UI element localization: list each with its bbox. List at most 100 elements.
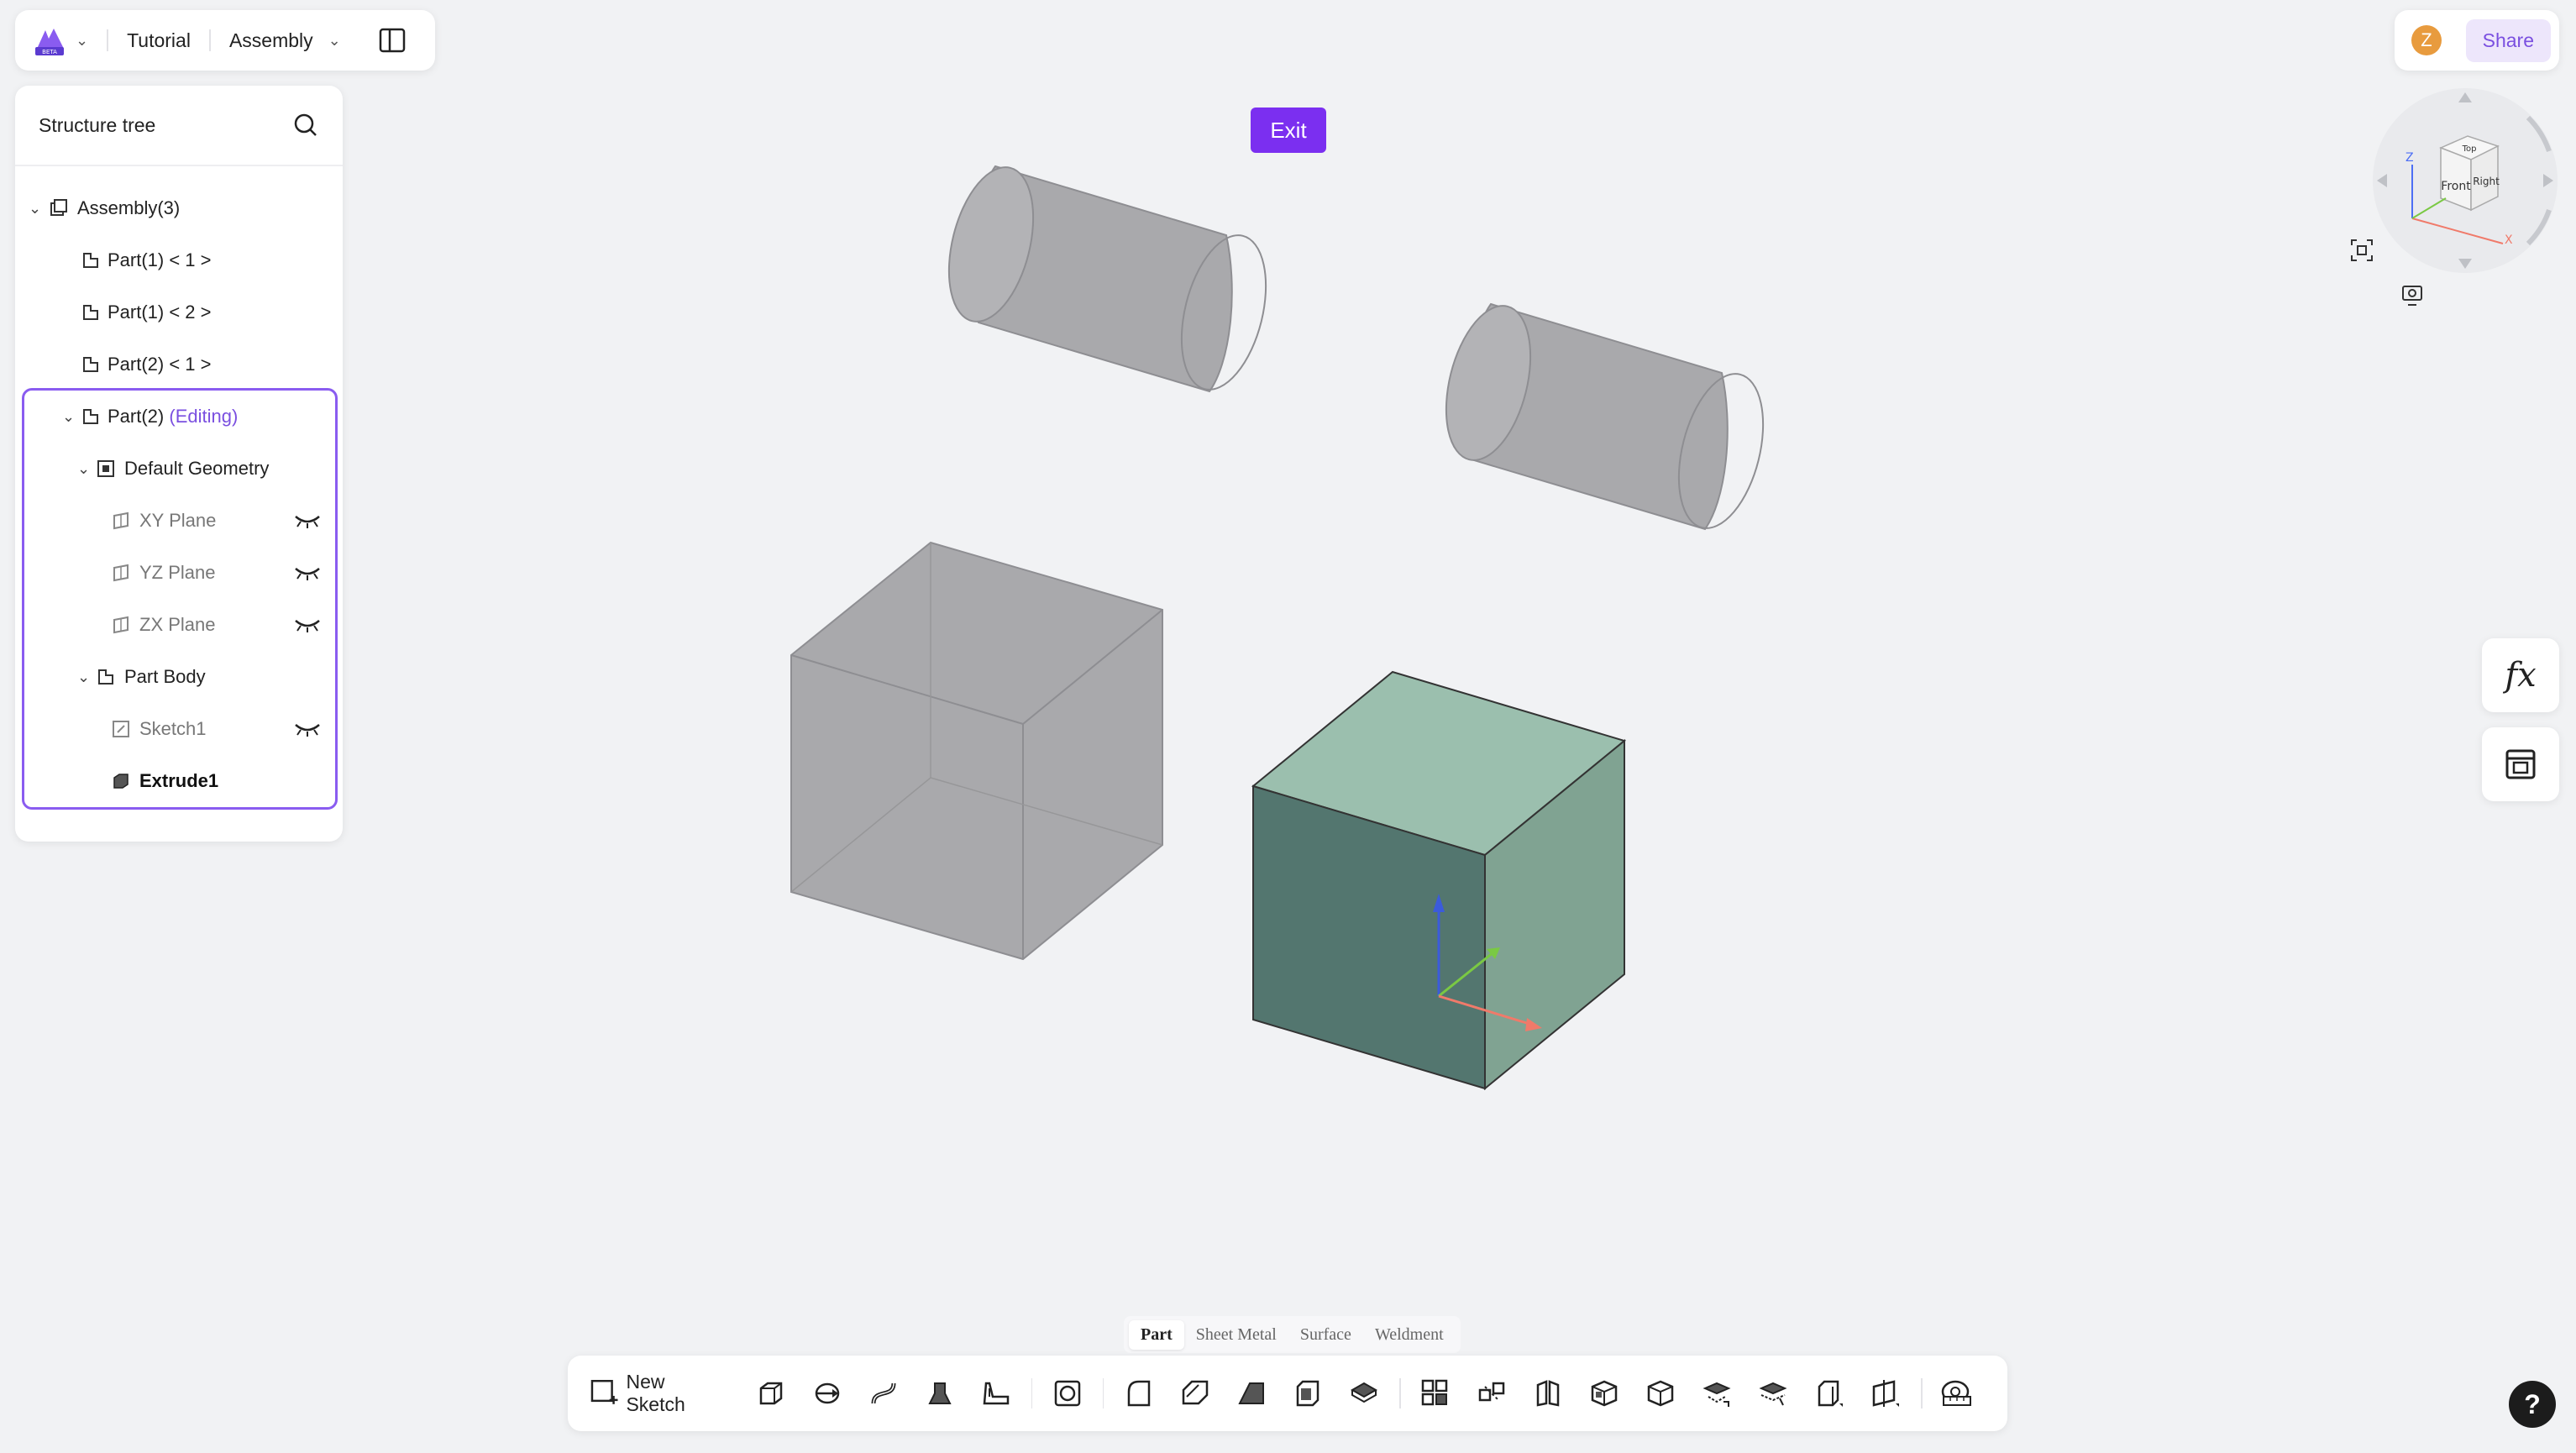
thicken-tool[interactable] — [1336, 1368, 1393, 1419]
plane-icon — [113, 616, 129, 634]
part-icon — [83, 409, 98, 424]
eye-closed-icon[interactable] — [294, 617, 321, 632]
tab-sheet-metal[interactable]: Sheet Metal — [1184, 1320, 1288, 1350]
tree-item-yz-plane[interactable]: YZ Plane — [15, 556, 343, 590]
tree-item-part2-1[interactable]: Part(2) < 1 > — [15, 348, 343, 381]
display-mode-icon — [2402, 286, 2422, 306]
tree-item-part1-1[interactable]: Part(1) < 1 > — [15, 244, 343, 277]
tree-item-assembly[interactable]: ⌄ Assembly(3) — [15, 191, 343, 225]
replace-face-icon — [1702, 1382, 1731, 1407]
3d-viewport[interactable] — [0, 0, 2576, 1453]
tab-part[interactable]: Part — [1129, 1319, 1184, 1350]
split-icon — [1536, 1380, 1560, 1407]
revolve-icon — [815, 1382, 840, 1404]
tree-title: Structure tree — [39, 113, 156, 136]
new-sketch-button[interactable]: New Sketch — [590, 1371, 727, 1416]
editing-badge: (Editing) — [169, 406, 239, 427]
tree-item-xy-plane[interactable]: XY Plane — [15, 504, 343, 538]
view-cube-body[interactable]: Top Front Right — [2439, 135, 2500, 212]
extrude-icon — [113, 774, 129, 789]
mode-dropdown[interactable]: Assembly ⌄ — [229, 29, 341, 52]
exit-edit-button[interactable]: Exit — [1251, 108, 1326, 153]
replace-face-tool[interactable] — [1689, 1368, 1745, 1419]
eye-closed-icon[interactable] — [294, 565, 321, 580]
logo-menu-chevron-icon[interactable]: ⌄ — [76, 32, 88, 50]
mirror-tool[interactable] — [1464, 1368, 1520, 1419]
draft-tool[interactable] — [1224, 1368, 1280, 1419]
feature-toolbar: New Sketch — [568, 1356, 2007, 1431]
measure-tool[interactable] — [1929, 1368, 1986, 1419]
help-button[interactable]: ? — [2509, 1381, 2556, 1428]
shell-tool[interactable] — [1280, 1368, 1336, 1419]
active-part-cube[interactable] — [1251, 670, 1627, 1091]
view-face-right[interactable]: Right — [2473, 176, 2500, 187]
extrude-tool[interactable] — [742, 1368, 799, 1419]
view-face-top[interactable]: Top — [2462, 144, 2477, 154]
fx-icon: fx — [2505, 656, 2537, 695]
panel-toggle-icon[interactable] — [378, 26, 407, 55]
fit-view-button[interactable] — [2342, 230, 2382, 270]
mode-label: Assembly — [228, 29, 313, 51]
rib-tool[interactable] — [968, 1368, 1024, 1419]
body-tool[interactable] — [1633, 1368, 1689, 1419]
tree-item-part1-2[interactable]: Part(1) < 2 > — [15, 296, 343, 329]
ghost-cube[interactable] — [790, 541, 1163, 961]
ghost-cylinder-2[interactable] — [1432, 297, 1778, 538]
tree-item-part2-editing[interactable]: ⌄ Part(2) (Editing) — [15, 400, 343, 433]
hole-tool[interactable] — [1039, 1368, 1095, 1419]
revolve-tool[interactable] — [799, 1368, 855, 1419]
new-sketch-label: New Sketch — [626, 1371, 685, 1415]
table-button[interactable] — [2482, 727, 2559, 801]
tree-item-label: Part(1) < 1 > — [108, 249, 212, 270]
chamfer-tool[interactable] — [1167, 1368, 1224, 1419]
part-icon — [83, 253, 98, 268]
assembly-icon — [50, 199, 67, 216]
tree-item-label: Part(2) (Editing) — [108, 406, 238, 428]
app-logo-icon[interactable]: BETA — [32, 22, 69, 59]
eye-closed-icon[interactable] — [294, 513, 321, 528]
project-name[interactable]: Tutorial — [127, 29, 191, 52]
tree-item-label: XY Plane — [139, 510, 217, 531]
chevron-down-icon[interactable]: ⌄ — [77, 460, 91, 478]
tree-item-label: YZ Plane — [139, 562, 216, 583]
avatar[interactable]: Z — [2411, 25, 2442, 55]
pattern-tool[interactable] — [1408, 1368, 1464, 1419]
hole-icon — [1054, 1380, 1081, 1407]
plane-icon — [113, 564, 129, 582]
fillet-tool[interactable] — [1110, 1368, 1167, 1419]
view-mode-button[interactable] — [2392, 275, 2432, 316]
sweep-tool[interactable] — [855, 1368, 911, 1419]
share-button[interactable]: Share — [2465, 18, 2551, 62]
tree-item-label: Part(1) < 2 > — [108, 302, 212, 323]
tab-weldment[interactable]: Weldment — [1363, 1320, 1456, 1350]
tree-item-zx-plane[interactable]: ZX Plane — [15, 608, 343, 642]
tree-item-extrude1[interactable]: Extrude1 — [15, 764, 343, 798]
reference-plane-tool[interactable] — [1858, 1368, 1914, 1419]
combine-tool[interactable] — [1577, 1368, 1633, 1419]
view-cube[interactable]: Top Front Right Z X — [2369, 84, 2562, 277]
tree-item-part-body[interactable]: ⌄ Part Body — [15, 660, 343, 694]
eye-closed-icon[interactable] — [294, 721, 321, 737]
formula-button[interactable]: fx — [2482, 638, 2559, 712]
loft-icon — [928, 1382, 952, 1404]
chevron-down-icon[interactable]: ⌄ — [77, 669, 91, 686]
chevron-down-icon[interactable]: ⌄ — [62, 408, 76, 426]
ghost-cylinder-1[interactable] — [935, 159, 1281, 399]
tree-item-default-geometry[interactable]: ⌄ Default Geometry — [15, 452, 343, 485]
offset-face-tool[interactable] — [1745, 1368, 1802, 1419]
divider — [208, 29, 211, 51]
loft-tool[interactable] — [911, 1368, 968, 1419]
move-face-tool[interactable] — [1802, 1368, 1858, 1419]
search-icon[interactable] — [292, 112, 319, 139]
divider — [1398, 1378, 1401, 1408]
mirror-icon — [1478, 1382, 1505, 1402]
axis-z-label: Z — [2405, 151, 2414, 165]
tab-surface[interactable]: Surface — [1288, 1320, 1363, 1350]
split-tool[interactable] — [1520, 1368, 1577, 1419]
axis-x-label: X — [2505, 233, 2513, 247]
tree-item-sketch1[interactable]: Sketch1 — [15, 712, 343, 746]
chevron-down-icon: ⌄ — [328, 31, 341, 49]
view-face-front[interactable]: Front — [2441, 180, 2471, 193]
cube-icon — [1648, 1380, 1674, 1407]
chevron-down-icon[interactable]: ⌄ — [29, 200, 42, 218]
